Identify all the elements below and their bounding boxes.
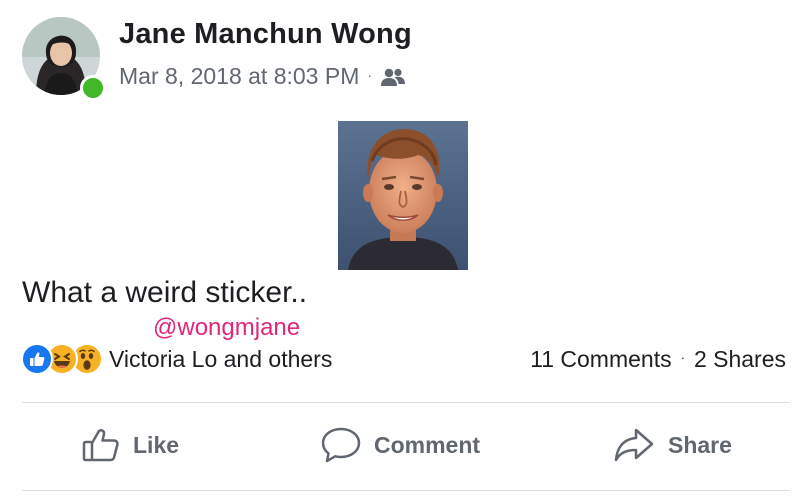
comment-label: Comment: [374, 431, 481, 458]
like-label: Like: [133, 431, 180, 458]
reaction-names[interactable]: Victoria Lo and others: [109, 346, 332, 373]
post-text: What a weird sticker..: [22, 276, 308, 309]
actions-top-divider: [22, 402, 789, 403]
meta-separator: ·: [367, 66, 373, 83]
comment-bubble-icon: [320, 426, 362, 464]
post-meta: Mar 8, 2018 at 8:03 PM ·: [119, 63, 406, 90]
shares-count[interactable]: 2 Shares: [694, 346, 786, 373]
share-button[interactable]: Share: [612, 423, 732, 467]
actions-bottom-divider: [22, 490, 789, 491]
thumbs-up-icon: [81, 427, 121, 463]
engagement-counts: 11 Comments · 2 Shares: [530, 346, 786, 373]
counts-separator: ·: [680, 350, 685, 365]
friends-icon[interactable]: [380, 67, 406, 87]
share-label: Share: [668, 431, 732, 458]
share-arrow-icon: [612, 426, 656, 464]
post-timestamp[interactable]: Mar 8, 2018 at 8:03 PM: [119, 63, 359, 90]
watermark-handle: @wongmjane: [153, 314, 301, 341]
comment-button[interactable]: Comment: [320, 423, 480, 467]
author-name[interactable]: Jane Manchun Wong: [119, 18, 412, 51]
reactions-summary[interactable]: Victoria Lo and others: [21, 343, 332, 375]
like-button[interactable]: Like: [81, 423, 179, 467]
online-status-indicator: [80, 75, 106, 101]
like-reaction-icon: [21, 343, 53, 375]
comments-count[interactable]: 11 Comments: [530, 346, 671, 373]
sticker-image[interactable]: [338, 121, 468, 270]
author-avatar[interactable]: [22, 17, 106, 101]
